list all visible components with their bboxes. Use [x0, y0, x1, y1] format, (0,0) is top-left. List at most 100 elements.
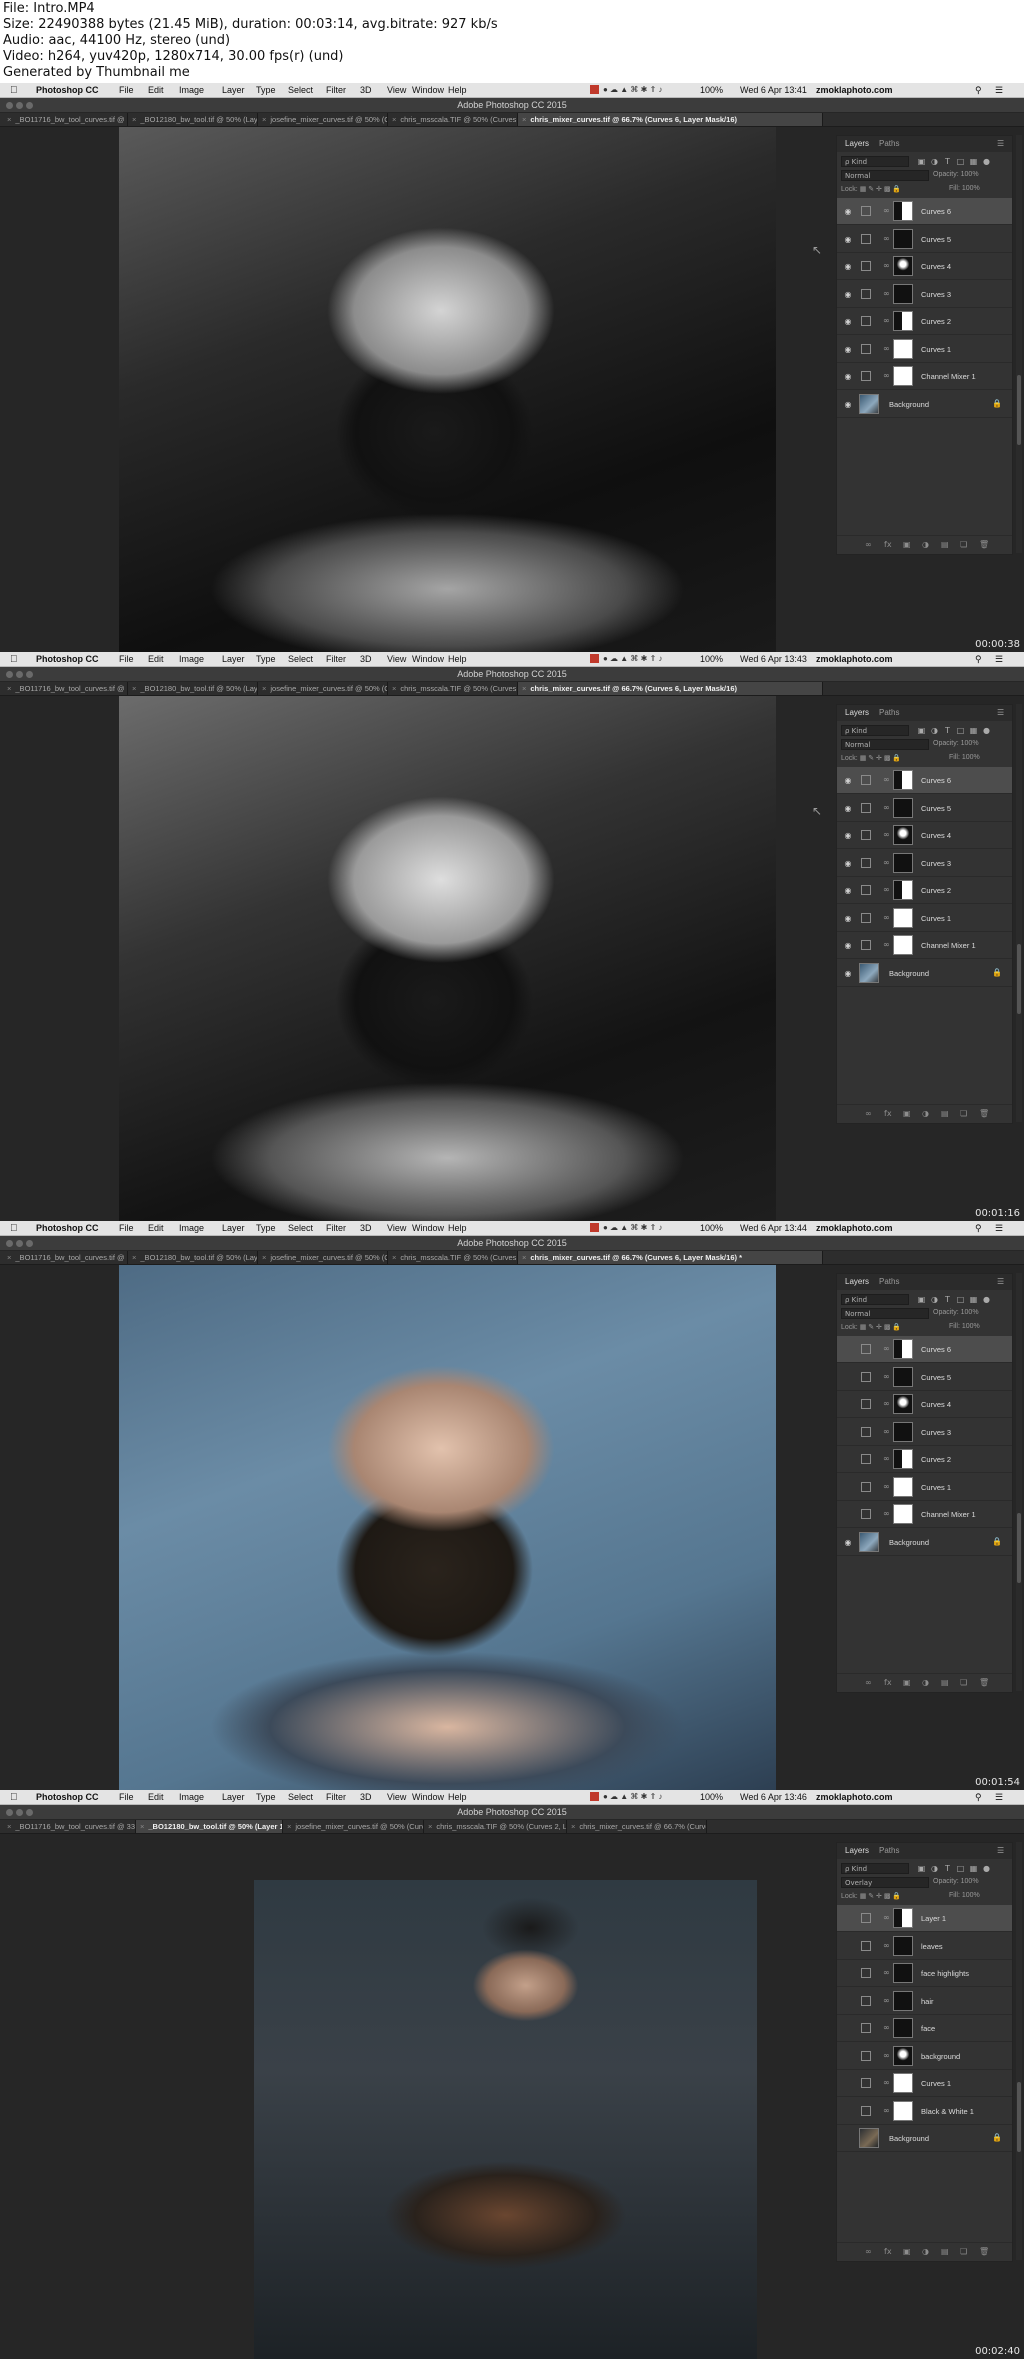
menu-item[interactable]: 3D	[360, 1223, 372, 1233]
close-tab-icon[interactable]: ×	[287, 1822, 291, 1831]
filter-icon[interactable]: ▣	[917, 726, 926, 735]
close-tab-icon[interactable]: ×	[7, 115, 11, 124]
fill-control[interactable]: Fill: 100%	[949, 1323, 980, 1330]
document-tab[interactable]: × _BO11716_bw_tool_curves.tif @ 33.3% (s.…	[3, 1820, 136, 1833]
close-tab-icon[interactable]: ×	[262, 115, 266, 124]
menu-item[interactable]: View	[387, 654, 406, 664]
menu-item[interactable]: Help	[448, 1792, 467, 1802]
layer-row[interactable]: ◉ ∞ Curves 3	[837, 281, 1012, 308]
close-tab-icon[interactable]: ×	[7, 684, 11, 693]
fill-value[interactable]: 100%	[962, 185, 980, 192]
layer-row[interactable]: ◉ ∞ Curves 4	[837, 822, 1012, 849]
menu-item[interactable]: View	[387, 1792, 406, 1802]
menu-item[interactable]: View	[387, 1223, 406, 1233]
opacity-value[interactable]: 100%	[961, 1309, 979, 1316]
filter-icon[interactable]: □	[956, 1295, 965, 1304]
eye-icon[interactable]: ◉	[843, 1538, 853, 1547]
blend-mode-select[interactable]: Normal	[841, 1308, 929, 1319]
menu-item[interactable]: Window	[412, 1792, 444, 1802]
filter-icon[interactable]: ▦	[969, 726, 978, 735]
filter-icon[interactable]: □	[956, 157, 965, 166]
close-tab-icon[interactable]: ×	[571, 1822, 575, 1831]
eye-icon[interactable]: ◉	[843, 969, 853, 978]
link-icon[interactable]: ∞	[865, 1109, 872, 1118]
eye-icon[interactable]: ◉	[843, 262, 853, 271]
layer-row[interactable]: ◉ Background 🔒	[837, 960, 1012, 987]
eye-icon[interactable]: ◉	[843, 941, 853, 950]
layer-row[interactable]: ◉ Background 🔒	[837, 1529, 1012, 1556]
filter-icon[interactable]: T	[943, 1864, 952, 1873]
fill-value[interactable]: 100%	[962, 754, 980, 761]
filter-icon[interactable]: ▣	[917, 1295, 926, 1304]
tab-paths[interactable]: Paths	[879, 708, 899, 717]
trash-icon[interactable]: 🗑	[979, 1678, 989, 1687]
layer-row[interactable]: ∞ Curves 1	[837, 2070, 1012, 2097]
opacity-control[interactable]: Opacity: 100%	[933, 1309, 979, 1316]
layer-row[interactable]: ∞ Curves 1	[837, 1474, 1012, 1501]
document-tab[interactable]: × josefine_mixer_curves.tif @ 50% (Curve.…	[258, 113, 388, 126]
layer-row[interactable]: ∞ Curves 6	[837, 1336, 1012, 1363]
layer-row[interactable]: Background 🔒	[837, 2125, 1012, 2152]
portrait-photo[interactable]	[254, 1880, 757, 2359]
layer-filter-kind[interactable]: ρ Kind	[841, 1863, 909, 1874]
minimize-window-icon[interactable]	[16, 102, 23, 109]
close-tab-icon[interactable]: ×	[428, 1822, 432, 1831]
opacity-control[interactable]: Opacity: 100%	[933, 1878, 979, 1885]
new-layer-icon[interactable]: ❏	[960, 1109, 967, 1118]
close-tab-icon[interactable]: ×	[392, 684, 396, 693]
menu-item[interactable]: Select	[288, 1223, 313, 1233]
apple-menu-icon[interactable]: 	[10, 85, 18, 96]
menu-item[interactable]: Edit	[148, 85, 164, 95]
panel-menu-icon[interactable]: ☰	[997, 139, 1004, 148]
eye-icon[interactable]: ◉	[843, 207, 853, 216]
folder-icon[interactable]: ▤	[941, 540, 949, 549]
close-tab-icon[interactable]: ×	[132, 684, 136, 693]
eye-icon[interactable]: ◉	[843, 886, 853, 895]
filter-icon[interactable]: ▦	[969, 157, 978, 166]
apple-menu-icon[interactable]: 	[10, 1792, 18, 1803]
eye-icon[interactable]: ◉	[843, 290, 853, 299]
filter-icon[interactable]: ▣	[917, 157, 926, 166]
close-tab-icon[interactable]: ×	[7, 1822, 11, 1831]
filter-icon[interactable]: □	[956, 1864, 965, 1873]
panel-scrollbar[interactable]	[1016, 135, 1022, 553]
menu-item[interactable]: 3D	[360, 654, 372, 664]
app-name-menu[interactable]: Photoshop CC	[36, 654, 99, 664]
document-tab[interactable]: × _BO11716_bw_tool_curves.tif @ 33.3%...	[3, 113, 128, 126]
document-tab[interactable]: × chris_msscala.TIF @ 50% (Curves 2, La..…	[388, 682, 518, 695]
layer-row[interactable]: ◉ Background 🔒	[837, 391, 1012, 418]
spotlight-search-icon[interactable]: ⚲	[975, 85, 982, 96]
menu-item[interactable]: Layer	[222, 85, 245, 95]
fx-icon[interactable]: fx	[884, 540, 892, 549]
menu-item[interactable]: View	[387, 85, 406, 95]
menu-item[interactable]: Image	[179, 654, 204, 664]
close-tab-icon[interactable]: ×	[522, 115, 526, 124]
folder-icon[interactable]: ▤	[941, 1678, 949, 1687]
portrait-photo[interactable]	[119, 127, 776, 652]
close-tab-icon[interactable]: ×	[262, 684, 266, 693]
filter-icon[interactable]: ●	[982, 726, 991, 735]
new-layer-icon[interactable]: ❏	[960, 1678, 967, 1687]
fx-icon[interactable]: fx	[884, 2247, 892, 2256]
adjustment-icon[interactable]: ◑	[922, 1109, 929, 1118]
folder-icon[interactable]: ▤	[941, 2247, 949, 2256]
menu-item[interactable]: Window	[412, 654, 444, 664]
layer-row[interactable]: ◉ ∞ Curves 2	[837, 308, 1012, 335]
menu-item[interactable]: Type	[256, 1792, 276, 1802]
app-name-menu[interactable]: Photoshop CC	[36, 1792, 99, 1802]
close-tab-icon[interactable]: ×	[392, 1253, 396, 1262]
fx-icon[interactable]: fx	[884, 1678, 892, 1687]
document-tab[interactable]: × chris_mixer_curves.tif @ 66.7% (Curves …	[518, 113, 823, 126]
tab-paths[interactable]: Paths	[879, 1846, 899, 1855]
eye-icon[interactable]: ◉	[843, 831, 853, 840]
layer-filter-kind[interactable]: ρ Kind	[841, 725, 909, 736]
opacity-value[interactable]: 100%	[961, 740, 979, 747]
eye-icon[interactable]: ◉	[843, 372, 853, 381]
notification-list-icon[interactable]: ☰	[995, 654, 1003, 665]
filter-icon[interactable]: T	[943, 1295, 952, 1304]
document-tab[interactable]: × _BO12180_bw_tool.tif @ 50% (Layer 1,...	[128, 1251, 258, 1264]
layer-row[interactable]: ∞ Black & White 1	[837, 2098, 1012, 2125]
menu-item[interactable]: Layer	[222, 1223, 245, 1233]
document-tab[interactable]: × chris_msscala.TIF @ 50% (Curves 2, Laye…	[424, 1820, 567, 1833]
new-layer-icon[interactable]: ❏	[960, 540, 967, 549]
